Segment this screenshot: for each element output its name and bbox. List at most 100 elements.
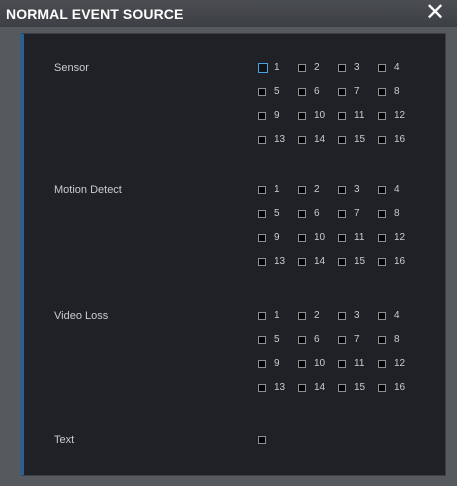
checkbox-label: 11 [354, 232, 365, 243]
checkbox-label: 8 [394, 208, 400, 219]
checkbox-box[interactable] [378, 210, 386, 218]
checkbox-box[interactable] [258, 234, 266, 242]
checkbox-label: 5 [274, 86, 280, 97]
checkbox-label: 2 [314, 310, 320, 321]
checkbox-box[interactable] [378, 384, 386, 392]
checkbox-box[interactable] [338, 186, 346, 194]
checkbox-box[interactable] [378, 234, 386, 242]
checkbox-box[interactable] [298, 210, 306, 218]
checkbox-label: 1 [274, 184, 280, 195]
checkbox-box[interactable] [378, 360, 386, 368]
checkbox-box[interactable] [298, 64, 306, 72]
event-source-panel: Sensor 1 2 3 4 5 6 7 8 9 10 11 12 13 14 15 16 Motion Dete… [20, 33, 446, 476]
checkbox-box[interactable] [258, 258, 266, 266]
checkbox-label: 2 [314, 184, 320, 195]
checkbox-label: 10 [314, 232, 326, 243]
checkbox-box[interactable] [378, 186, 386, 194]
checkbox-box[interactable] [338, 312, 346, 320]
checkbox-box[interactable] [298, 234, 306, 242]
video-loss-checkbox-16[interactable]: 16 [378, 382, 457, 398]
video-loss-checkbox-4[interactable]: 4 [378, 310, 457, 326]
checkbox-box[interactable] [258, 336, 266, 344]
sensor-checkbox-12[interactable]: 12 [378, 110, 457, 126]
sensor-checkbox-16[interactable]: 16 [378, 134, 457, 150]
checkbox-label: 4 [394, 62, 400, 73]
checkbox-box[interactable] [298, 258, 306, 266]
checkbox-box[interactable] [378, 258, 386, 266]
checkbox-label: 9 [274, 232, 280, 243]
checkbox-box[interactable] [298, 186, 306, 194]
checkbox-box[interactable] [338, 384, 346, 392]
video-loss-section-label: Video Loss [54, 310, 109, 322]
dialog-title: NORMAL EVENT SOURCE [6, 6, 184, 22]
checkbox-label: 16 [394, 134, 406, 145]
checkbox-label: 7 [354, 208, 360, 219]
checkbox-box[interactable] [258, 312, 266, 320]
checkbox-box[interactable] [298, 88, 306, 96]
motion-detect-section-label: Motion Detect [54, 184, 122, 196]
checkbox-label: 14 [314, 256, 326, 267]
checkbox-box[interactable] [258, 384, 266, 392]
sensor-checkbox-4[interactable]: 4 [378, 62, 457, 78]
checkbox-box[interactable] [298, 312, 306, 320]
checkbox-label: 2 [314, 62, 320, 73]
video-loss-checkbox-12[interactable]: 12 [378, 358, 457, 374]
checkbox-box[interactable] [378, 336, 386, 344]
checkbox-box[interactable] [258, 63, 268, 73]
checkbox-label: 5 [274, 208, 280, 219]
checkbox-label: 6 [314, 334, 320, 345]
text-section-label: Text [54, 434, 75, 446]
checkbox-box[interactable] [338, 136, 346, 144]
checkbox-box[interactable] [258, 112, 266, 120]
sensor-section-label: Sensor [54, 62, 89, 74]
checkbox-box[interactable] [378, 136, 386, 144]
checkbox-box[interactable] [338, 112, 346, 120]
checkbox-box[interactable] [258, 186, 266, 194]
checkbox-box[interactable] [338, 210, 346, 218]
checkbox-label: 4 [394, 310, 400, 321]
dialog-title-bar: NORMAL EVENT SOURCE ✕ [0, 0, 457, 27]
checkbox-label: 16 [394, 256, 406, 267]
motion-detect-checkbox-16[interactable]: 16 [378, 256, 457, 272]
motion-detect-checkbox-8[interactable]: 8 [378, 208, 457, 224]
checkbox-box[interactable] [338, 88, 346, 96]
checkbox-box[interactable] [338, 336, 346, 344]
checkbox-box[interactable] [258, 136, 266, 144]
checkbox-label: 3 [354, 184, 360, 195]
checkbox-box[interactable] [378, 112, 386, 120]
checkbox-box[interactable] [338, 234, 346, 242]
checkbox-box[interactable] [258, 360, 266, 368]
checkbox-box[interactable] [298, 360, 306, 368]
checkbox-box[interactable] [258, 436, 266, 444]
checkbox-box[interactable] [378, 88, 386, 96]
checkbox-label: 15 [354, 134, 366, 145]
checkbox-label: 7 [354, 86, 360, 97]
checkbox-label: 4 [394, 184, 400, 195]
checkbox-label: 11 [354, 358, 365, 369]
checkbox-box[interactable] [298, 112, 306, 120]
checkbox-box[interactable] [298, 136, 306, 144]
checkbox-label: 5 [274, 334, 280, 345]
checkbox-box[interactable] [298, 384, 306, 392]
close-icon[interactable]: ✕ [425, 1, 445, 25]
checkbox-label: 12 [394, 358, 406, 369]
text-checkbox[interactable] [258, 434, 398, 450]
checkbox-label: 3 [354, 310, 360, 321]
checkbox-box[interactable] [338, 360, 346, 368]
checkbox-box[interactable] [338, 258, 346, 266]
checkbox-box[interactable] [258, 88, 266, 96]
sensor-checkbox-8[interactable]: 8 [378, 86, 457, 102]
checkbox-label: 11 [354, 110, 365, 121]
checkbox-box[interactable] [258, 210, 266, 218]
checkbox-label: 7 [354, 334, 360, 345]
checkbox-box[interactable] [378, 64, 386, 72]
checkbox-label: 13 [274, 134, 286, 145]
checkbox-label: 3 [354, 62, 360, 73]
checkbox-box[interactable] [338, 64, 346, 72]
motion-detect-checkbox-12[interactable]: 12 [378, 232, 457, 248]
normal-event-source-dialog: NORMAL EVENT SOURCE ✕ Sensor 1 2 3 4 5 6 7 8 9 10 1… [0, 0, 457, 486]
checkbox-box[interactable] [378, 312, 386, 320]
checkbox-box[interactable] [298, 336, 306, 344]
motion-detect-checkbox-4[interactable]: 4 [378, 184, 457, 200]
video-loss-checkbox-8[interactable]: 8 [378, 334, 457, 350]
